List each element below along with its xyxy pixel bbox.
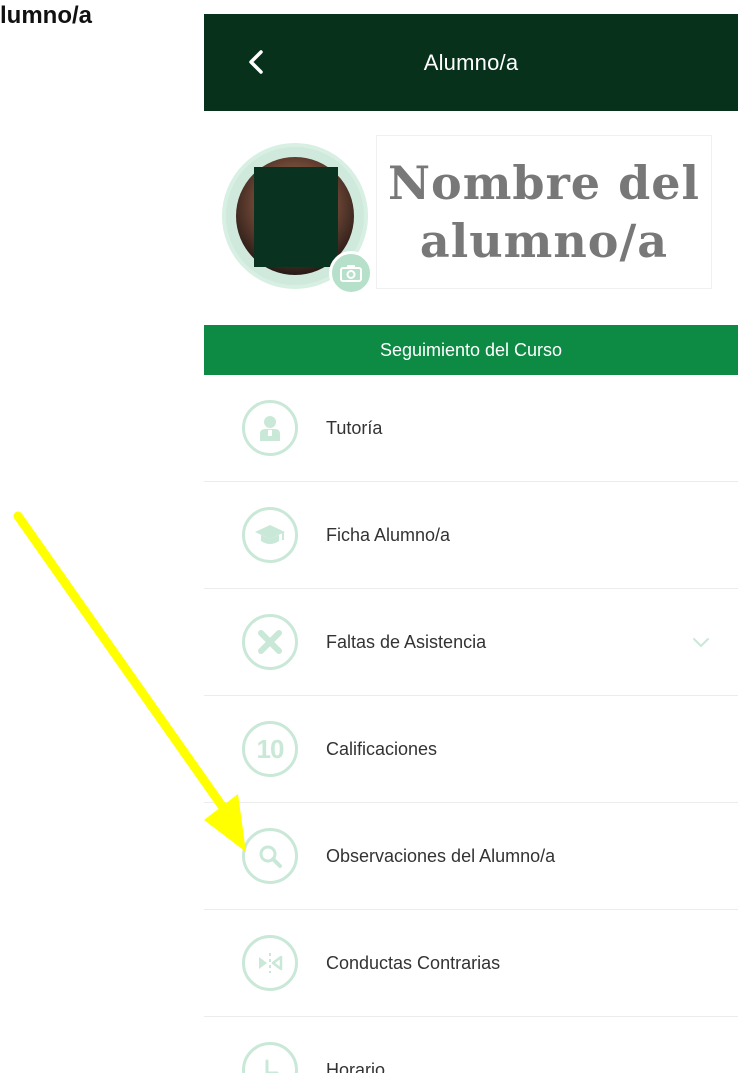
menu-item-tutoria[interactable]: Tutoría [204, 375, 738, 482]
chevron-down-icon[interactable] [692, 633, 710, 651]
tutor-icon [242, 400, 298, 456]
x-icon [242, 614, 298, 670]
menu-item-label: Faltas de Asistencia [326, 631, 487, 652]
student-name-line1: Nombre del [388, 156, 700, 210]
profile-header: Nombre del alumno/a [204, 111, 738, 325]
back-arrow-icon [249, 50, 263, 74]
page-title: Alumno/a [423, 49, 519, 75]
clock-icon [242, 1042, 298, 1073]
app-bar: Alumno/a [204, 14, 738, 111]
menu-list: Tutoría Ficha Alumno/a Faltas de Asisten… [204, 375, 738, 1073]
menu-item-label: Conductas Contrarias [326, 952, 501, 973]
number-ten-icon: 10 [242, 721, 298, 777]
search-icon [242, 828, 298, 884]
conduct-icon [242, 935, 298, 991]
menu-item-label: Horario [326, 1059, 386, 1073]
avatar-redaction [254, 167, 338, 267]
graduation-cap-icon [242, 507, 298, 563]
back-button[interactable] [242, 48, 270, 76]
camera-icon [340, 265, 362, 282]
menu-item-label: Ficha Alumno/a [326, 524, 451, 545]
side-caption: lumno/a [0, 2, 93, 29]
menu-item-calificaciones[interactable]: 10 Calificaciones [204, 696, 738, 803]
student-name: Nombre del alumno/a [376, 135, 712, 289]
phone-screen: Alumno/a Nombre del alumno/a Seguimiento… [204, 14, 738, 1073]
section-header: Seguimiento del Curso [204, 325, 738, 375]
menu-item-label: Observaciones del Alumno/a [326, 845, 556, 866]
menu-item-faltas-asistencia[interactable]: Faltas de Asistencia [204, 589, 738, 696]
menu-item-ficha-alumno[interactable]: Ficha Alumno/a [204, 482, 738, 589]
change-photo-button[interactable] [329, 251, 373, 295]
student-name-line2: alumno/a [419, 214, 669, 268]
menu-item-label: Tutoría [326, 417, 383, 438]
number-ten-icon-text: 10 [256, 733, 285, 764]
menu-item-label: Calificaciones [326, 738, 438, 759]
menu-item-conductas-contrarias[interactable]: Conductas Contrarias [204, 910, 738, 1017]
menu-item-horario[interactable]: Horario [204, 1017, 738, 1073]
menu-item-observaciones[interactable]: Observaciones del Alumno/a [204, 803, 738, 910]
